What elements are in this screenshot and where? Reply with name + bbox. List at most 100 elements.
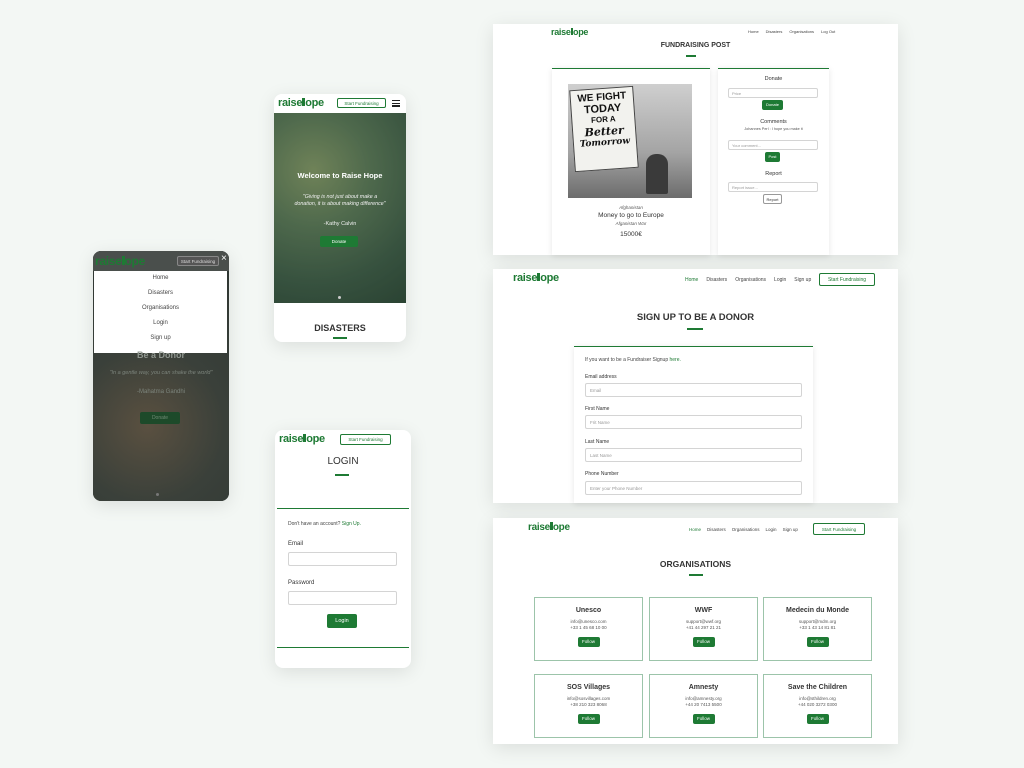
logo-left: raise (528, 522, 550, 533)
mobile-menu: Home Disasters Organisations Login Sign … (94, 271, 227, 353)
menu-item-disasters[interactable]: Disasters (94, 286, 227, 301)
org-name: Amnesty (688, 684, 719, 691)
org-phone: +38 210 323 8068 (570, 702, 607, 707)
title-underline (689, 574, 703, 576)
org-name: SOS Villages (566, 684, 611, 691)
start-fundraising-button[interactable]: Start Fundraising (340, 434, 391, 445)
logo-left: raise (551, 27, 571, 37)
org-name: Medecin du Monde (786, 607, 849, 614)
signup-link[interactable]: Sign Up. (342, 521, 361, 527)
logo-right: ope (305, 97, 324, 109)
start-fundraising-button[interactable]: Start Fundraising (819, 273, 875, 286)
org-card-sos-villages: SOS Villages info@sosvillages.com +38 21… (534, 674, 643, 738)
donate-button[interactable]: Donate (140, 412, 180, 424)
report-button[interactable]: Report (763, 194, 782, 204)
menu-item-signup[interactable]: Sign up (94, 331, 227, 346)
child-figure (646, 154, 668, 194)
donate-heading: Donate (764, 76, 783, 82)
nav-logout[interactable]: Log Out (821, 29, 835, 34)
title-underline (335, 474, 349, 476)
start-fundraising-button[interactable]: Start Fundraising (177, 256, 219, 266)
email-label: Email (288, 541, 304, 547)
phone-label: Phone Number (585, 471, 619, 477)
logo[interactable]: raise ope (278, 97, 324, 109)
nav-disasters[interactable]: Disasters (766, 29, 783, 34)
hero-author: -Mahatma Gandhi (136, 389, 186, 395)
hero-quote: "In a gentle way, you can shake the worl… (109, 370, 213, 376)
post-button[interactable]: Post (765, 152, 780, 162)
title-underline (333, 337, 347, 339)
donate-button[interactable]: Donate (762, 100, 783, 110)
nav-signup[interactable]: Sign up (783, 527, 798, 532)
post-country: Afghanistan (619, 205, 643, 210)
hamburger-icon[interactable] (392, 100, 400, 107)
nav-login[interactable]: Login (766, 527, 777, 532)
nav-home[interactable]: Home (685, 277, 698, 283)
signup-card: If you want to be a Fundraiser Signup he… (574, 346, 813, 503)
report-heading: Report (765, 171, 782, 177)
org-card-amnesty: Amnesty info@amnesty.org +44 20 7413 550… (649, 674, 758, 738)
phone-field[interactable]: Enter your Phone Number (585, 481, 802, 495)
hero-quote: "Giving is not just about make a donatio… (294, 194, 386, 207)
password-label: Password (288, 580, 315, 586)
logo[interactable]: raise ope (513, 272, 559, 284)
org-card-unesco: Unesco info@unesco.com +33 1 45 68 10 00… (534, 597, 643, 661)
page-title: LOGIN (327, 456, 359, 467)
nav-organisations[interactable]: Organisations (732, 527, 760, 532)
org-email: support@mdm.org (798, 619, 837, 624)
org-phone: +41 44 297 21 21 (685, 625, 722, 630)
desktop-organisations-screen: raise ope Home Disasters Organisations Lo… (493, 518, 898, 744)
follow-button[interactable]: Follow (806, 637, 829, 647)
top-nav: Home Disasters Organisations Login Sign … (685, 277, 811, 283)
last-name-label: Last Name (585, 439, 610, 445)
email-field[interactable] (288, 552, 397, 566)
follow-button[interactable]: Follow (692, 637, 715, 647)
carousel-dot[interactable] (156, 493, 159, 496)
logo-left: raise (513, 272, 538, 284)
email-field[interactable]: Email (585, 383, 802, 397)
follow-button[interactable]: Follow (806, 714, 829, 724)
logo-right: ope (552, 522, 570, 533)
first-name-field[interactable]: Frit Name (585, 415, 802, 429)
menu-item-home[interactable]: Home (94, 271, 227, 286)
protest-sign: WE FIGHT TODAY FOR A Better Tomorrow (569, 85, 639, 173)
menu-item-organisations[interactable]: Organisations (94, 301, 227, 316)
carousel-dot[interactable] (338, 296, 341, 299)
nav-signup[interactable]: Sign up (794, 277, 811, 283)
donate-button[interactable]: Donate (320, 236, 358, 247)
post-subtitle: Afganistan War (615, 221, 647, 226)
close-icon[interactable]: × (221, 253, 227, 264)
logo-right: ope (306, 433, 325, 445)
nav-organisations[interactable]: Organisations (735, 277, 766, 283)
logo[interactable]: raise ope (95, 254, 145, 268)
nav-home[interactable]: Home (689, 527, 701, 532)
menu-item-login[interactable]: Login (94, 316, 227, 331)
org-card-wwf: WWF support@wwf.org +41 44 297 21 21 Fol… (649, 597, 758, 661)
follow-button[interactable]: Follow (577, 714, 600, 724)
follow-button[interactable]: Follow (577, 637, 600, 647)
logo[interactable]: raise ope (551, 27, 588, 37)
start-fundraising-button[interactable]: Start Fundraising (337, 98, 386, 108)
follow-button[interactable]: Follow (692, 714, 715, 724)
section-title: DISASTERS (314, 323, 366, 333)
price-field[interactable]: Price (728, 88, 818, 98)
password-field[interactable] (288, 591, 397, 605)
nav-disasters[interactable]: Disasters (706, 277, 727, 283)
fundraiser-signup-link[interactable]: here. (670, 357, 681, 363)
last-name-field[interactable]: Last Name (585, 448, 802, 462)
logo[interactable]: raise ope (528, 522, 570, 533)
post-title: Money to go to Europe (598, 212, 664, 219)
post-image: WE FIGHT TODAY FOR A Better Tomorrow (568, 84, 692, 198)
nav-disasters[interactable]: Disasters (707, 527, 726, 532)
comment-field[interactable]: Your comment... (728, 140, 818, 150)
login-button[interactable]: Login (327, 614, 357, 628)
nav-organisations[interactable]: Organisations (789, 29, 814, 34)
nav-home[interactable]: Home (748, 29, 759, 34)
report-field[interactable]: Report issue... (728, 182, 818, 192)
logo[interactable]: raise ope (279, 433, 325, 445)
nav-login[interactable]: Login (774, 277, 786, 283)
org-email: info@sosvillages.com (566, 696, 611, 701)
mobile-navbar: raise ope Start Fundraising (274, 94, 406, 113)
org-phone: +33 1 43 14 81 81 (799, 625, 836, 630)
start-fundraising-button[interactable]: Start Fundraising (813, 523, 865, 535)
